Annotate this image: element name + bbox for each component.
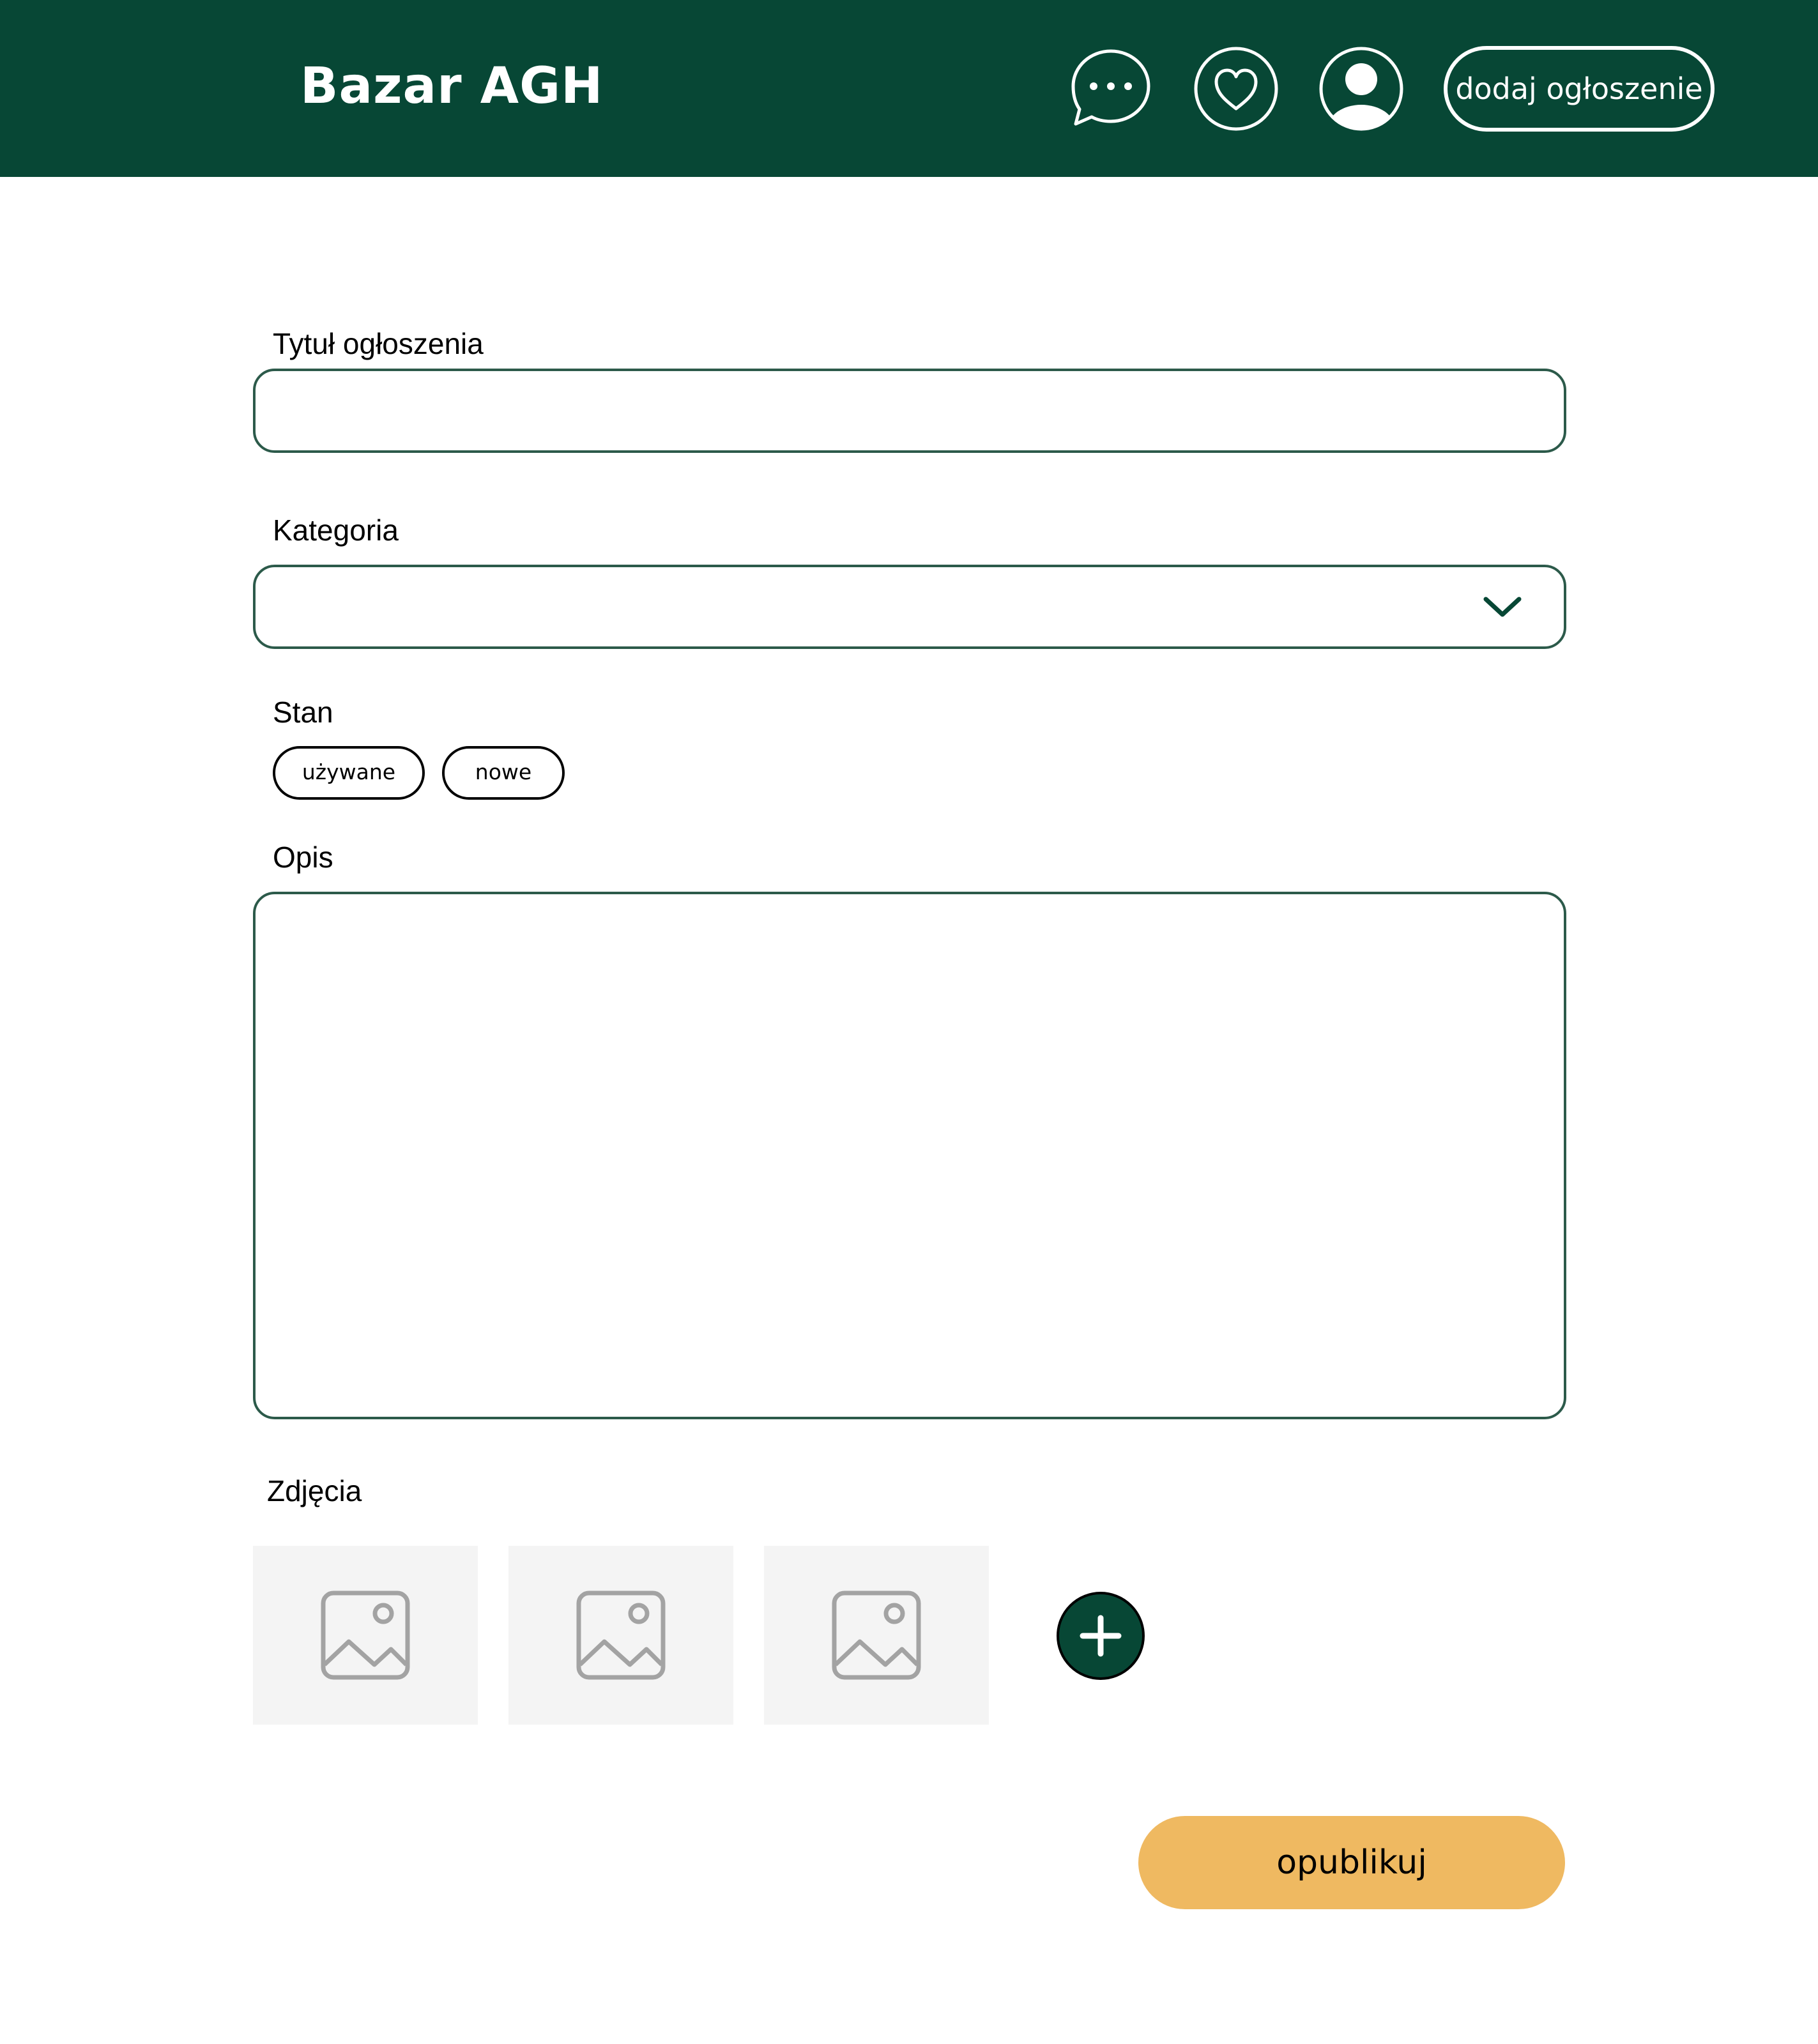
top-navbar: Bazar AGH dodaj ogłoszenie <box>0 0 1818 177</box>
add-listing-button[interactable]: dodaj ogłoszenie <box>1444 46 1715 132</box>
image-placeholder-icon <box>832 1590 921 1680</box>
category-select[interactable] <box>253 565 1566 649</box>
messages-button[interactable] <box>1068 46 1154 132</box>
condition-new-chip[interactable]: nowe <box>442 746 565 800</box>
favorites-button[interactable] <box>1193 46 1279 132</box>
photo-slot-1[interactable] <box>253 1546 478 1725</box>
image-placeholder-icon <box>576 1590 666 1680</box>
plus-icon <box>1057 1592 1145 1680</box>
photos-label: Zdjęcia <box>267 1474 362 1507</box>
publish-button[interactable]: opublikuj <box>1138 1816 1565 1909</box>
user-avatar-icon <box>1319 47 1403 131</box>
add-photo-button[interactable] <box>1055 1590 1146 1681</box>
heart-icon <box>1194 47 1278 131</box>
brand-logo[interactable]: Bazar AGH <box>300 51 603 121</box>
chat-bubble-icon <box>1071 49 1150 126</box>
photo-slot-3[interactable] <box>764 1546 989 1725</box>
title-input[interactable] <box>253 369 1566 453</box>
account-button[interactable] <box>1318 46 1404 132</box>
category-label: Kategoria <box>273 514 399 547</box>
title-label: Tytuł ogłoszenia <box>273 327 484 360</box>
condition-used-chip[interactable]: używane <box>273 746 425 800</box>
chevron-down-icon <box>1482 591 1523 622</box>
description-label: Opis <box>273 841 333 874</box>
description-textarea[interactable] <box>253 892 1566 1419</box>
condition-label: Stan <box>273 696 333 729</box>
photo-slot-2[interactable] <box>508 1546 733 1725</box>
image-placeholder-icon <box>321 1590 410 1680</box>
